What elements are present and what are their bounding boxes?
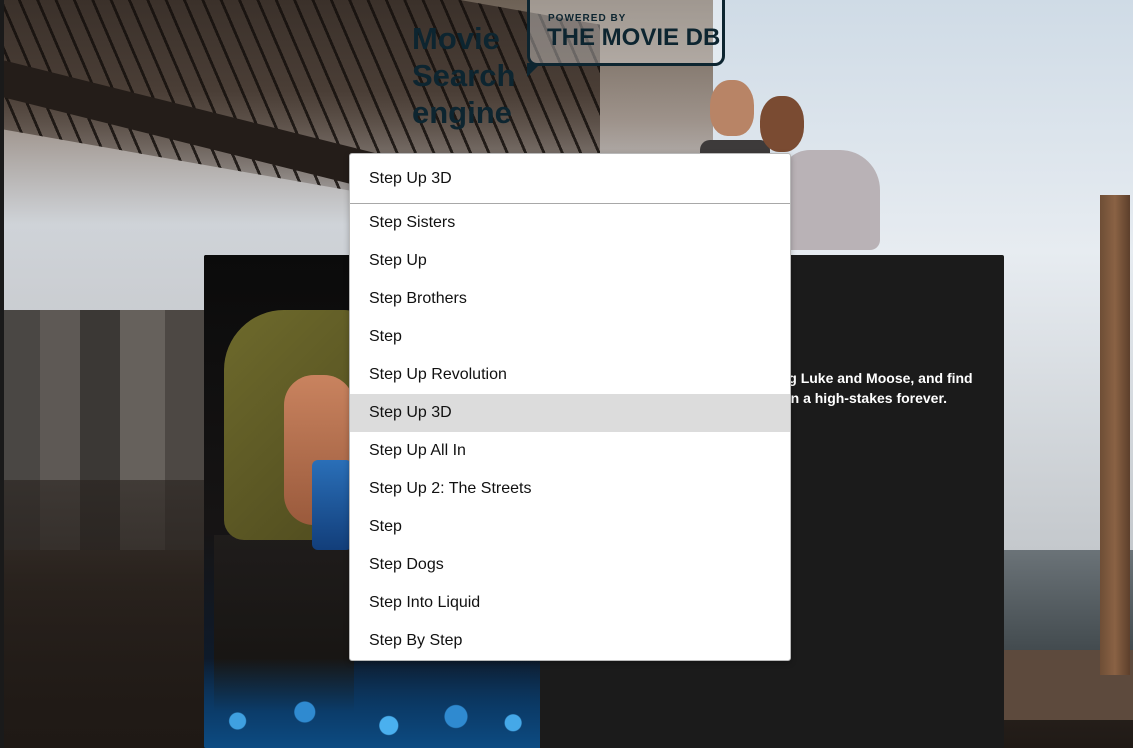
suggestion-item[interactable]: Step Up Revolution [350, 356, 790, 394]
logo-powered-by: POWERED BY [548, 13, 627, 24]
suggestion-item[interactable]: Step Sisters [350, 204, 790, 242]
suggestion-item[interactable]: Step Dogs [350, 546, 790, 584]
suggestion-item[interactable]: Step Up All In [350, 432, 790, 470]
suggestion-list: Step Sisters Step Up Step Brothers Step Step… [350, 204, 790, 660]
suggestion-item[interactable]: Step Into Liquid [350, 584, 790, 622]
search-autocomplete: Step SistersStep UpStep BrothersStepStep… [349, 153, 791, 661]
tmdb-logo[interactable]: POWERED BY THE MOVIE DB [527, 0, 725, 77]
suggestion-item[interactable]: Step Up [350, 242, 790, 280]
suggestion-item[interactable]: Step [350, 318, 790, 356]
suggestion-item[interactable]: Step Up 2: The Streets [350, 470, 790, 508]
logo-brand: THE MOVIE DB [547, 24, 721, 51]
app-title: Movie Search engine [412, 21, 516, 130]
suggestion-item[interactable]: Step [350, 508, 790, 546]
suggestion-item[interactable]: Step By Step [350, 622, 790, 660]
suggestion-item[interactable]: Step Brothers [350, 280, 790, 318]
search-input[interactable] [350, 154, 790, 204]
suggestion-item[interactable]: Step Up 3D [350, 394, 790, 432]
